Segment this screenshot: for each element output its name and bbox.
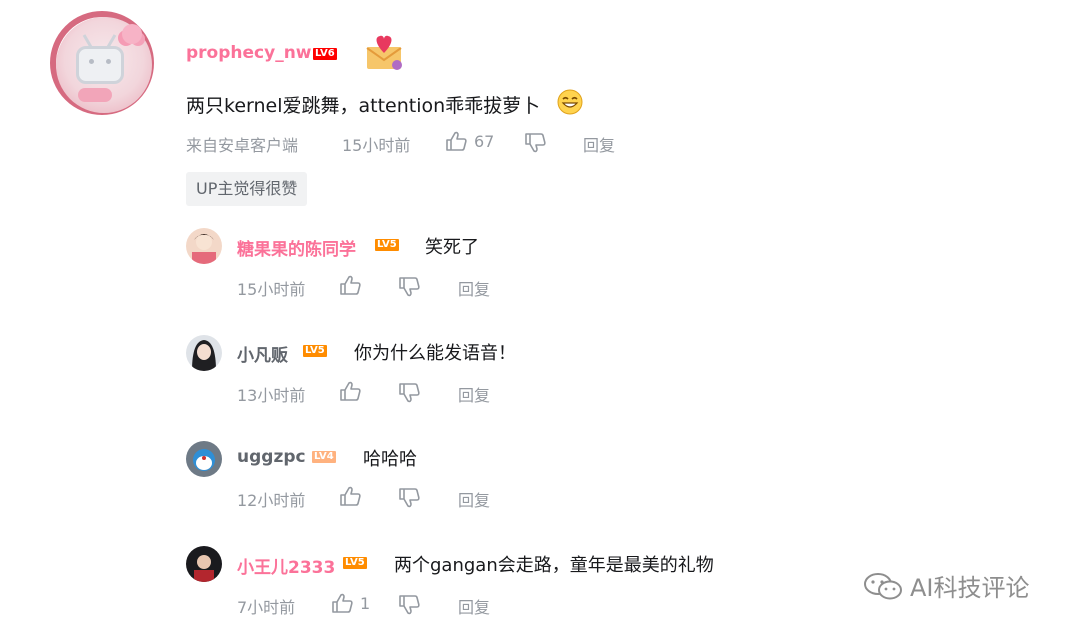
- level-badge: LV5: [303, 345, 327, 357]
- reply-time: 12小时前: [237, 491, 306, 510]
- reply-button[interactable]: 回复: [458, 487, 490, 511]
- thumbs-down-icon[interactable]: [398, 488, 420, 508]
- reply-button[interactable]: 回复: [458, 594, 490, 618]
- like-count: 67: [474, 132, 495, 151]
- mascot-eye: [106, 59, 111, 64]
- avatar[interactable]: [186, 546, 222, 582]
- level-badge: LV4: [312, 451, 336, 463]
- level-badge: LV5: [375, 239, 399, 251]
- reply-username[interactable]: uggzpc: [237, 447, 306, 467]
- thumbs-down-icon[interactable]: [524, 133, 546, 153]
- reply-username[interactable]: 小凡贩: [237, 341, 288, 366]
- love-letter-icon: [366, 35, 402, 70]
- comment-content: 两只kernel爱跳舞，attention乖乖拔萝卜: [186, 95, 541, 117]
- reply-content: 笑死了: [425, 237, 479, 258]
- avatar[interactable]: [186, 441, 222, 477]
- thumbs-up-icon[interactable]: [339, 486, 361, 506]
- thumbs-up-icon[interactable]: [339, 381, 361, 401]
- comment-source: 来自安卓客户端: [186, 136, 299, 155]
- reply-button[interactable]: 回复: [583, 132, 615, 156]
- thumbs-up-icon[interactable]: [445, 131, 467, 151]
- avatar[interactable]: [186, 335, 222, 371]
- thumbs-down-icon[interactable]: [398, 595, 420, 615]
- bow-decoration-icon: [78, 88, 112, 102]
- smile-emoji-icon: [557, 89, 583, 115]
- level-badge: LV5: [343, 557, 367, 569]
- mascot-eye: [89, 59, 94, 64]
- avatar[interactable]: [186, 228, 222, 264]
- reply-content: 哈哈哈: [363, 449, 417, 470]
- thumbs-down-icon[interactable]: [398, 277, 420, 297]
- thumbs-down-icon[interactable]: [398, 383, 420, 403]
- thumbs-up-icon[interactable]: [331, 593, 353, 613]
- reply-button[interactable]: 回复: [458, 276, 490, 300]
- reply-content: 两个gangan会走路，童年是最美的礼物: [394, 555, 714, 576]
- comment-time: 15小时前: [342, 136, 411, 155]
- comment-username[interactable]: prophecy_nw: [186, 43, 312, 63]
- flower-decoration-icon: [122, 24, 142, 44]
- reply-time: 13小时前: [237, 386, 306, 405]
- like-count: 1: [360, 594, 371, 613]
- level-badge: LV6: [313, 48, 337, 60]
- up-liked-tag: UP主觉得很赞: [186, 172, 308, 206]
- watermark: AI科技评论: [862, 568, 1030, 603]
- reply-button[interactable]: 回复: [458, 382, 490, 406]
- reply-content: 你为什么能发语音！: [354, 343, 516, 364]
- thumbs-up-icon[interactable]: [339, 275, 361, 295]
- reply-time: 15小时前: [237, 280, 306, 299]
- wechat-icon: [864, 572, 902, 599]
- tv-mascot-icon: [76, 46, 124, 84]
- watermark-text: AI科技评论: [910, 574, 1030, 602]
- reply-username[interactable]: 糖果果的陈同学: [237, 235, 356, 260]
- reply-time: 7小时前: [237, 598, 296, 617]
- reply-username[interactable]: 小王儿2333: [237, 553, 335, 578]
